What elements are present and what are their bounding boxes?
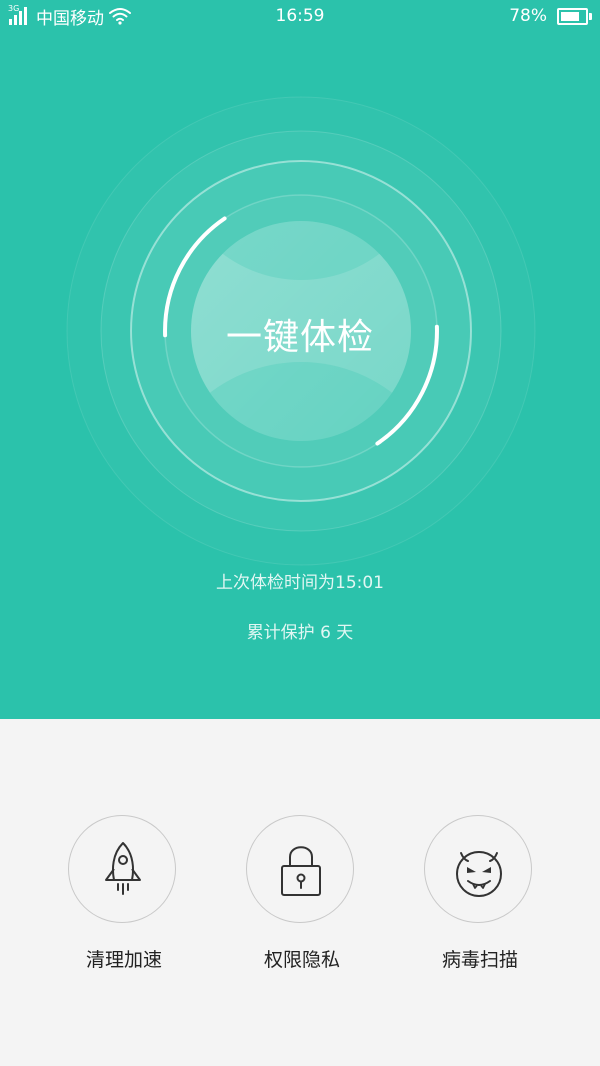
tool-cleanup-label: 清理加速 — [85, 949, 162, 971]
tool-privacy-label: 权限隐私 — [263, 949, 340, 971]
tool-privacy-circle[interactable] — [246, 815, 354, 923]
rocket-icon — [105, 842, 141, 895]
tool-virus-scan-label: 病毒扫描 — [441, 949, 518, 971]
tool-row: 清理加速 权限隐私 病毒扫描 — [0, 719, 600, 1066]
tool-virus-scan[interactable]: 病毒扫描 — [420, 815, 540, 975]
tool-privacy[interactable]: 权限隐私 — [242, 815, 362, 975]
protect-days: 累计保护 6 天 — [246, 623, 354, 643]
tool-cleanup[interactable]: 清理加速 — [64, 815, 184, 975]
tool-virus-scan-circle[interactable] — [424, 815, 532, 923]
tool-cleanup-circle[interactable] — [68, 815, 176, 923]
lock-icon — [281, 846, 321, 896]
header-panel: 3G 中国移动 16:59 78% 一键体检 上次体检时间为15:01 累计保护… — [0, 0, 600, 719]
last-check-time: 上次体检时间为15:01 — [216, 573, 384, 593]
virus-face-icon — [456, 851, 502, 897]
one-key-check-button[interactable]: 一键体检 — [0, 308, 600, 360]
